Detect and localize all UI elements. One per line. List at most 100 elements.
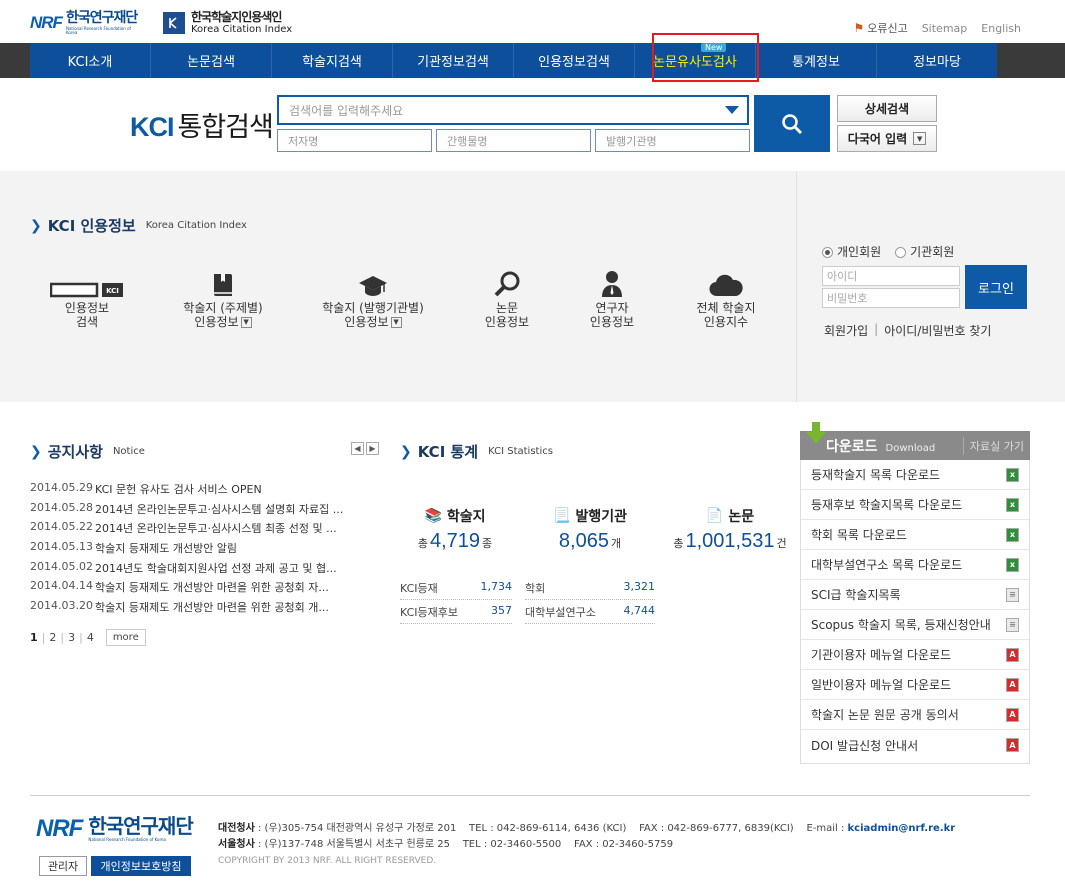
alert-icon: ⚑: [853, 21, 865, 35]
nav-info-plaza[interactable]: 정보마당: [877, 43, 997, 78]
prev-arrow-icon[interactable]: ◀: [351, 442, 364, 455]
sitemap-link[interactable]: Sitemap: [922, 22, 968, 35]
book-icon: [212, 268, 234, 298]
member-type-radios: 개인회원 기관회원: [822, 243, 954, 260]
pdf-icon: A: [1006, 647, 1019, 662]
admin-button[interactable]: 관리자: [39, 856, 87, 876]
researcher-citation-item[interactable]: 연구자 인용정보: [557, 268, 667, 330]
kci-logo-kr: 한국학술지인용색인: [191, 9, 282, 24]
download-item[interactable]: 등재학술지 목록 다운로드 x: [801, 460, 1029, 490]
page-3[interactable]: 3: [68, 631, 75, 644]
pdf-icon: A: [1006, 707, 1019, 722]
radio-checked-icon: [822, 247, 833, 258]
chevron-right-icon: ❯: [30, 217, 42, 234]
download-item[interactable]: 대학부설연구소 목록 다운로드 x: [801, 550, 1029, 580]
login-password-input[interactable]: 비밀번호: [822, 288, 960, 308]
download-item[interactable]: DOI 발급신청 안내서 A: [801, 730, 1029, 760]
chevron-right-icon: ❯: [30, 443, 42, 460]
chevron-down-icon[interactable]: ▼: [390, 316, 402, 328]
sign-icon: 📃: [553, 508, 571, 524]
list-item[interactable]: 2014.05.02 2014년도 학술대회지원사업 선정 과제 공고 및 협..…: [30, 560, 385, 580]
error-report-link[interactable]: ⚑ 오류신고: [853, 20, 907, 36]
search-dropdown-icon[interactable]: [725, 106, 739, 114]
nav-journal-search[interactable]: 학술지검색: [272, 43, 393, 78]
section-divider: [796, 171, 797, 402]
list-item[interactable]: 2014.05.13 학술지 등재제도 개선방안 알림: [30, 540, 385, 560]
footer-divider: [30, 795, 1030, 796]
multilang-input-button[interactable]: 다국어 입력 ▼: [837, 125, 937, 152]
graduation-cap-icon: [358, 268, 388, 298]
more-button[interactable]: more: [105, 629, 146, 646]
search-icon: [782, 113, 803, 134]
book-stack-icon: 📚: [424, 508, 442, 524]
integrated-search-title: KCI 통합검색: [130, 112, 274, 143]
excel-icon: x: [1006, 497, 1019, 512]
publisher-input[interactable]: 발행기관명: [595, 129, 750, 152]
download-item[interactable]: 기관이용자 메뉴얼 다운로드 A: [801, 640, 1029, 670]
kci-logo[interactable]: 한국학술지인용색인 Korea Citation Index: [163, 10, 292, 36]
journal-publisher-item[interactable]: 학술지 (발행기관별) 인용정보 ▼: [318, 268, 428, 330]
list-item[interactable]: 2014.04.14 학술지 등재제도 개선방안 마련을 위한 공청회 자...: [30, 579, 385, 599]
page-1[interactable]: 1: [30, 631, 38, 644]
notice-pager: 1 | 2 | 3 | 4 more: [30, 629, 146, 646]
page-2[interactable]: 2: [49, 631, 56, 644]
page-4[interactable]: 4: [87, 631, 94, 644]
journal-input[interactable]: 간행물명: [436, 129, 591, 152]
chevron-down-icon[interactable]: ▼: [240, 316, 252, 328]
download-item[interactable]: SCI급 학술지목록 ≡: [801, 580, 1029, 610]
join-link[interactable]: 회원가입: [824, 322, 868, 339]
copyright: COPYRIGHT BY 2013 NRF. ALL RIGHT RESERVE…: [218, 856, 437, 866]
login-button[interactable]: 로그인: [965, 265, 1027, 309]
download-item[interactable]: 학회 목록 다운로드 x: [801, 520, 1029, 550]
radio-personal[interactable]: 개인회원: [822, 243, 881, 260]
radio-institution[interactable]: 기관회원: [895, 243, 954, 260]
download-item[interactable]: 등재후보 학술지목록 다운로드 x: [801, 490, 1029, 520]
nrf-logo[interactable]: NRF 한국연구재단 National Research Foundation …: [30, 10, 140, 36]
privacy-policy-button[interactable]: 개인정보보호방침: [91, 856, 191, 876]
download-item[interactable]: 일반이용자 메뉴얼 다운로드 A: [801, 670, 1029, 700]
nav-kci-intro[interactable]: KCI소개: [30, 43, 151, 78]
main-search-input[interactable]: 검색어를 입력해주세요: [277, 95, 749, 125]
stat-row-society[interactable]: 학회 3,321: [525, 580, 655, 600]
footer-address: 대전청사 : (우)305-754 대전광역시 유성구 가정로 201 TEL …: [218, 823, 956, 850]
login-id-input[interactable]: 아이디: [822, 266, 960, 286]
next-arrow-icon[interactable]: ▶: [366, 442, 379, 455]
english-link[interactable]: English: [981, 22, 1021, 35]
detail-search-button[interactable]: 상세검색: [837, 95, 937, 122]
nav-paper-search[interactable]: 논문검색: [151, 43, 272, 78]
document-icon: ≡: [1006, 587, 1019, 602]
document-icon: 📄: [705, 508, 724, 524]
citation-search-item[interactable]: KCI 인용정보 검색: [32, 268, 142, 330]
pdf-icon: A: [1006, 738, 1019, 752]
download-header: 다운로드 Download 자료실 가기: [800, 431, 1030, 460]
author-input[interactable]: 저자명: [277, 129, 432, 152]
nav-institution-search[interactable]: 기관정보검색: [393, 43, 514, 78]
paper-citation-item[interactable]: 논문 인용정보: [452, 268, 562, 330]
list-item[interactable]: 2014.05.29 KCI 문헌 유사도 검사 서비스 OPEN: [30, 481, 385, 501]
stat-paper: 📄 논문 총 1,001,531 건: [673, 508, 787, 552]
excel-icon: x: [1006, 557, 1019, 572]
archive-link[interactable]: 자료실 가기: [962, 436, 1030, 455]
stat-row-university-institute[interactable]: 대학부설연구소 4,744: [525, 604, 655, 624]
notice-nav: ◀ ▶: [351, 442, 379, 455]
stat-row-kci-candidate[interactable]: KCI등재후보 357: [400, 604, 512, 624]
list-item[interactable]: 2014.03.20 학술지 등재제도 개선방안 마련을 위한 공청회 개...: [30, 599, 385, 619]
search-button[interactable]: [754, 95, 830, 152]
find-account-link[interactable]: 아이디/비밀번호 찾기: [884, 322, 991, 339]
notice-title: ❯ 공지사항 Notice: [30, 443, 145, 461]
download-item[interactable]: 학술지 논문 원문 공개 동의서 A: [801, 700, 1029, 730]
email-link[interactable]: kciadmin@nrf.re.kr: [848, 823, 956, 834]
cloud-icon: [709, 268, 743, 298]
list-item[interactable]: 2014.05.22 2014년 온라인논문투고·심사시스템 최종 선정 및 ..…: [30, 520, 385, 540]
magnifier-icon: [493, 268, 521, 298]
nav-citation-search[interactable]: 인용정보검색: [514, 43, 635, 78]
all-journal-index-item[interactable]: 전체 학술지 인용지수: [671, 268, 781, 330]
journal-subject-item[interactable]: 학술지 (주제별) 인용정보 ▼: [168, 268, 278, 330]
search-bar-icon: KCI: [50, 268, 124, 298]
nav-statistics[interactable]: 통계정보: [756, 43, 877, 78]
stat-row-kci-registered[interactable]: KCI등재 1,734: [400, 580, 512, 600]
list-item[interactable]: 2014.05.28 2014년 온라인논문투고·심사시스템 설명회 자료집 ..…: [30, 501, 385, 521]
download-item[interactable]: Scopus 학술지 목록, 등재신청안내 ≡: [801, 610, 1029, 640]
excel-icon: x: [1006, 467, 1019, 482]
footer-nrf-logo: NRF 한국연구재단 National Research Foundation …: [36, 814, 194, 842]
